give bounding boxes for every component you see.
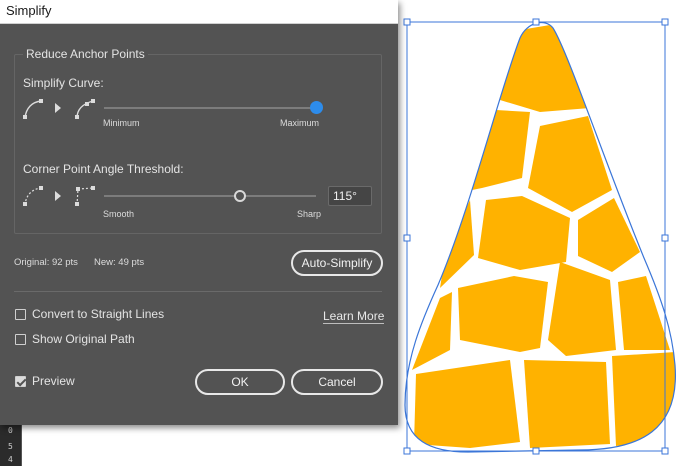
straight-lines-label: Convert to Straight Lines bbox=[32, 307, 165, 321]
sharp-corner-icon bbox=[75, 186, 95, 206]
learn-more-link[interactable]: Learn More bbox=[323, 309, 385, 324]
curve-icon bbox=[23, 99, 43, 119]
ruler-tick: 0 bbox=[8, 426, 13, 435]
simplified-curve-icon bbox=[75, 99, 95, 119]
simplify-curve-label: Simplify Curve: bbox=[23, 76, 104, 90]
original-points-text: Original: 92 pts bbox=[14, 257, 78, 268]
simplify-min-label: Minimum bbox=[103, 118, 140, 128]
corner-threshold-label: Corner Point Angle Threshold: bbox=[23, 162, 184, 176]
ok-button[interactable]: OK bbox=[195, 369, 285, 395]
cancel-button[interactable]: Cancel bbox=[291, 369, 383, 395]
preview-label: Preview bbox=[32, 374, 75, 388]
section-divider bbox=[14, 291, 382, 292]
new-points-text: New: 49 pts bbox=[94, 257, 145, 268]
group-title: Reduce Anchor Points bbox=[23, 47, 148, 61]
smooth-label: Smooth bbox=[103, 209, 135, 219]
angle-threshold-input[interactable]: 115° bbox=[328, 186, 372, 206]
arrow-right-icon bbox=[55, 191, 61, 201]
arrow-right-icon bbox=[55, 103, 61, 113]
vertical-ruler: 0 5 4 bbox=[0, 422, 22, 466]
ruler-tick: 5 bbox=[8, 442, 13, 451]
show-original-checkbox[interactable] bbox=[15, 334, 26, 345]
preview-checkbox[interactable] bbox=[15, 376, 26, 387]
ruler-tick: 4 bbox=[8, 455, 13, 464]
corner-threshold-slider[interactable] bbox=[104, 195, 316, 197]
straight-lines-checkbox[interactable] bbox=[15, 309, 26, 320]
simplify-max-label: Maximum bbox=[280, 118, 320, 128]
show-original-label: Show Original Path bbox=[32, 332, 135, 346]
corner-curve-icon bbox=[23, 186, 43, 206]
simplify-dialog: Simplify Reduce Anchor Points Simplify C… bbox=[0, 0, 398, 425]
cone-shape[interactable] bbox=[404, 21, 676, 453]
corner-threshold-thumb[interactable] bbox=[233, 190, 246, 202]
simplify-curve-thumb[interactable] bbox=[309, 101, 323, 114]
dialog-title: Simplify bbox=[6, 3, 52, 18]
sharp-label: Sharp bbox=[297, 209, 322, 219]
title-bar[interactable]: Simplify bbox=[0, 0, 398, 24]
auto-simplify-button[interactable]: Auto-Simplify bbox=[291, 250, 383, 276]
simplify-curve-slider[interactable] bbox=[104, 107, 316, 109]
